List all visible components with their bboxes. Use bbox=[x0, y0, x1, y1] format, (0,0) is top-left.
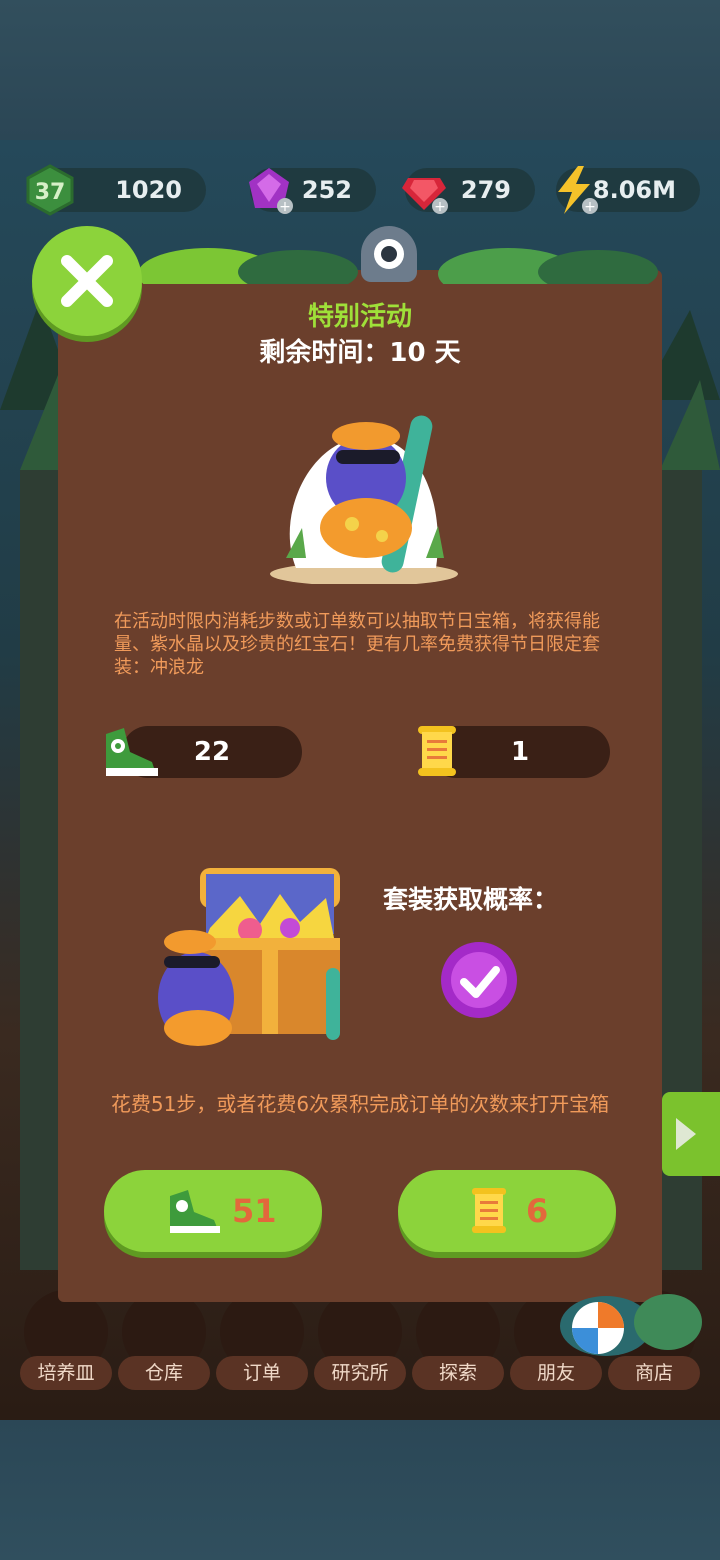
red-gem-value: 279 bbox=[460, 176, 511, 204]
energy-value: 8.06M bbox=[592, 176, 676, 204]
order-scroll-icon bbox=[472, 1188, 506, 1233]
nav-label: 研究所 bbox=[314, 1356, 406, 1390]
event-description: 在活动时限内消耗步数或订单数可以抽取节日宝箱，将获得能量、紫水晶以及珍贵的红宝石… bbox=[114, 611, 600, 678]
remaining-time: 剩余时间：10 天 bbox=[259, 338, 461, 368]
close-button[interactable] bbox=[32, 226, 142, 336]
level-badge: 37 bbox=[24, 164, 76, 216]
spend-orders-button[interactable]: 6 bbox=[398, 1170, 616, 1252]
order-scroll-icon bbox=[418, 726, 456, 776]
svg-text:37: 37 bbox=[35, 180, 66, 205]
cost-description: 花费51步，或者花费6次累积完成订单的次数来打开宝箱 bbox=[110, 1092, 610, 1116]
play-arrow-icon bbox=[676, 1118, 696, 1150]
level-hexagon-icon: 37 bbox=[26, 164, 74, 216]
nav-label: 仓库 bbox=[118, 1356, 210, 1390]
nav-item-orders[interactable]: 订单 bbox=[216, 1290, 308, 1394]
svg-text:+: + bbox=[279, 199, 291, 215]
nav-label: 朋友 bbox=[510, 1356, 602, 1390]
nav-item-petri-dish[interactable]: 培养皿 bbox=[20, 1290, 112, 1394]
nav-item-warehouse[interactable]: 仓库 bbox=[118, 1290, 210, 1394]
sneaker-icon bbox=[106, 728, 158, 776]
top-background bbox=[0, 0, 720, 140]
experience-value: 1020 bbox=[115, 176, 182, 204]
nav-label: 订单 bbox=[216, 1356, 308, 1390]
rate-label: 套装获取概率： bbox=[383, 885, 559, 914]
beach-ball-decor-icon bbox=[560, 1294, 702, 1356]
sneaker-icon bbox=[170, 1190, 220, 1233]
nav-item-explore[interactable]: 探索 bbox=[412, 1290, 504, 1394]
purple-gem-icon: + bbox=[243, 164, 295, 216]
nav-label: 探索 bbox=[412, 1356, 504, 1390]
panel-pin-icon bbox=[361, 226, 417, 282]
steps-cost: 51 bbox=[232, 1192, 277, 1230]
spend-steps-button[interactable]: 51 bbox=[104, 1170, 322, 1252]
close-icon bbox=[61, 255, 113, 307]
nav-label: 培养皿 bbox=[20, 1356, 112, 1390]
orders-cost: 6 bbox=[526, 1192, 549, 1230]
red-gem-icon: + bbox=[398, 164, 450, 216]
side-next-arrow[interactable] bbox=[662, 1092, 720, 1176]
nav-item-institute[interactable]: 研究所 bbox=[314, 1290, 406, 1394]
purple-checkmark-icon bbox=[441, 942, 517, 1018]
purple-gem-value: 252 bbox=[301, 176, 352, 204]
bottom-background bbox=[0, 1420, 720, 1560]
panel-top-leaves-icon bbox=[138, 248, 658, 284]
treasure-chest-illustration bbox=[158, 868, 340, 1046]
svg-text:+: + bbox=[584, 199, 596, 215]
lightning-icon: + bbox=[548, 164, 600, 216]
surfer-dragon-illustration bbox=[270, 415, 458, 584]
svg-text:+: + bbox=[434, 199, 446, 215]
nav-label: 商店 bbox=[608, 1356, 700, 1390]
